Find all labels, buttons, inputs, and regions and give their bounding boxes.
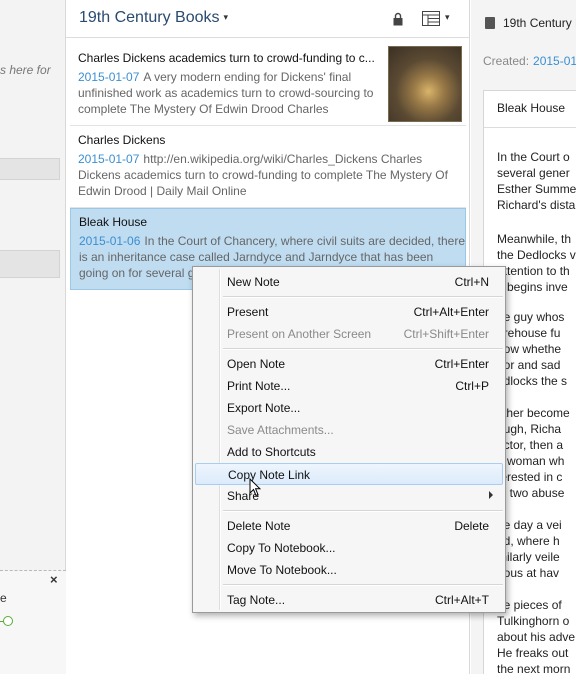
note-list-item[interactable]: Charles Dickens 2015-01-07 http://en.wiki… (70, 126, 466, 208)
menu-item-copy-to-notebook[interactable]: Copy To Notebook... (195, 537, 503, 559)
note-paragraph: Meanwhile, th the Dedlocks v attention t… (497, 232, 576, 294)
note-snippet: 2015-01-07 A very modern ending for Dicke… (78, 69, 378, 117)
menu-item-move-to-notebook[interactable]: Move To Notebook... (195, 559, 503, 581)
note-snippet: 2015-01-07 http://en.wikipedia.org/wiki/C… (78, 151, 458, 199)
slider-handle[interactable] (3, 616, 13, 626)
sidebar-hint-text: s here for (0, 63, 51, 77)
note-paragraph: ne day a vei ed, where h milarly veile r… (497, 518, 562, 580)
mouse-pointer-icon (249, 478, 261, 497)
sidebar-bottom-panel: e × (0, 570, 66, 674)
menu-separator (223, 510, 503, 512)
preview-notebook-name: 19th Century B (503, 16, 576, 30)
note-title: Charles Dickens academics turn to crowd-… (78, 51, 375, 65)
note-paragraph: sther become ough, Richa octor, then a d… (497, 406, 570, 500)
menu-separator (223, 296, 503, 298)
note-paragraph: In the Court o several gener Esther Summ… (497, 150, 576, 212)
view-options-chevron-icon[interactable]: ▾ (445, 12, 450, 23)
note-paragraph: he pieces of Tulkinghorn o about his adv… (497, 598, 576, 674)
note-title: Charles Dickens (78, 133, 166, 147)
divider (484, 127, 576, 128)
created-date[interactable]: 2015-01- (533, 54, 576, 68)
menu-item-new-note[interactable]: New Note Ctrl+N (195, 271, 503, 293)
left-sidebar: s here for e × (0, 0, 66, 674)
chevron-down-icon: ▾ (223, 12, 229, 23)
note-title-field[interactable]: Bleak House (497, 101, 565, 115)
submenu-arrow-icon (489, 491, 493, 499)
menu-item-copy-note-link[interactable]: Copy Note Link (195, 463, 503, 485)
note-thumbnail (388, 46, 462, 122)
menu-item-share[interactable]: Share (195, 485, 503, 507)
note-date: 2015-01-07 (78, 152, 140, 166)
menu-item-tag-note[interactable]: Tag Note... Ctrl+Alt+T (195, 589, 503, 611)
menu-item-present-another-screen: Present on Another Screen Ctrl+Shift+Ente… (227, 327, 489, 341)
sidebar-item[interactable] (0, 158, 60, 180)
created-label: Created: (483, 54, 530, 68)
notebook-title: 19th Century Books (79, 9, 220, 26)
menu-separator (223, 348, 503, 350)
menu-item-open-note[interactable]: Open Note Ctrl+Enter (195, 353, 503, 375)
note-list-item[interactable]: Charles Dickens academics turn to crowd-… (70, 40, 466, 126)
notebook-icon (485, 17, 495, 29)
menu-item-print-note[interactable]: Print Note... Ctrl+P (195, 375, 503, 397)
sidebar-item[interactable] (0, 250, 60, 278)
panel-label: e (0, 591, 7, 605)
note-list-header: 19th Century Books ▾ ▾ (66, 0, 470, 38)
close-icon[interactable]: × (50, 572, 58, 587)
list-view-icon[interactable] (422, 11, 440, 26)
note-context-menu: New Note Ctrl+N Present Ctrl+Alt+Enter Pre… (192, 266, 506, 613)
note-paragraph: he guy whos arehouse fu now whethe oor a… (497, 310, 568, 388)
note-title: Bleak House (79, 215, 148, 229)
notebook-title-dropdown[interactable]: 19th Century Books ▾ (79, 9, 228, 27)
note-date: 2015-01-07 (78, 70, 140, 84)
menu-item-export-note[interactable]: Export Note... (195, 397, 503, 419)
preview-created: Created:2015-01- (483, 54, 576, 68)
menu-item-add-to-shortcuts[interactable]: Add to Shortcuts (195, 441, 503, 463)
menu-item-save-attachments: Save Attachments... (227, 423, 334, 437)
lock-icon[interactable] (393, 12, 403, 26)
menu-separator (223, 584, 503, 586)
menu-item-present[interactable]: Present Ctrl+Alt+Enter (195, 301, 503, 323)
menu-item-delete-note[interactable]: Delete Note Delete (195, 515, 503, 537)
preview-notebook[interactable]: 19th Century B (485, 16, 576, 30)
note-date: 2015-01-06 (79, 234, 141, 248)
